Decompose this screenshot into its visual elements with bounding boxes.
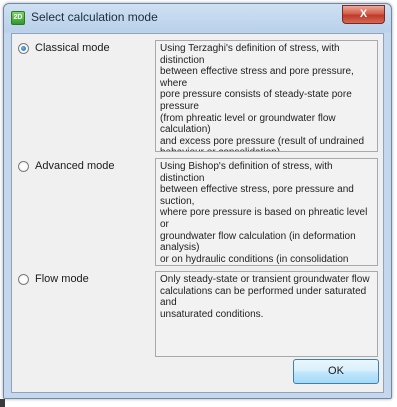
dialog-content: Classical mode Using Terzaghi's definiti… — [11, 33, 384, 393]
advanced-mode-description: Using Bishop's definition of stress, wit… — [155, 158, 378, 266]
close-button[interactable]: X — [342, 5, 385, 24]
radio-checked-icon — [18, 42, 29, 54]
app-icon: 2D — [11, 11, 25, 25]
taskbar-fragment — [0, 399, 5, 407]
classical-mode-radio[interactable]: Classical mode — [18, 42, 110, 54]
title-bar[interactable]: 2D Select calculation mode X — [4, 4, 391, 32]
window-title: Select calculation mode — [31, 10, 158, 24]
radio-unchecked-icon — [18, 160, 29, 172]
dialog-window: 2D Select calculation mode X Classical m… — [3, 3, 392, 399]
flow-mode-label: Flow mode — [35, 273, 89, 285]
radio-unchecked-icon — [18, 273, 29, 285]
app-icon-text: 2D — [13, 14, 23, 21]
classical-mode-description: Using Terzaghi's definition of stress, w… — [155, 40, 378, 152]
flow-mode-description: Only steady-state or transient groundwat… — [155, 271, 378, 357]
ok-button[interactable]: OK — [293, 359, 379, 384]
advanced-mode-radio[interactable]: Advanced mode — [18, 160, 115, 172]
classical-mode-label: Classical mode — [35, 42, 110, 54]
advanced-mode-label: Advanced mode — [35, 160, 115, 172]
flow-mode-radio[interactable]: Flow mode — [18, 273, 89, 285]
